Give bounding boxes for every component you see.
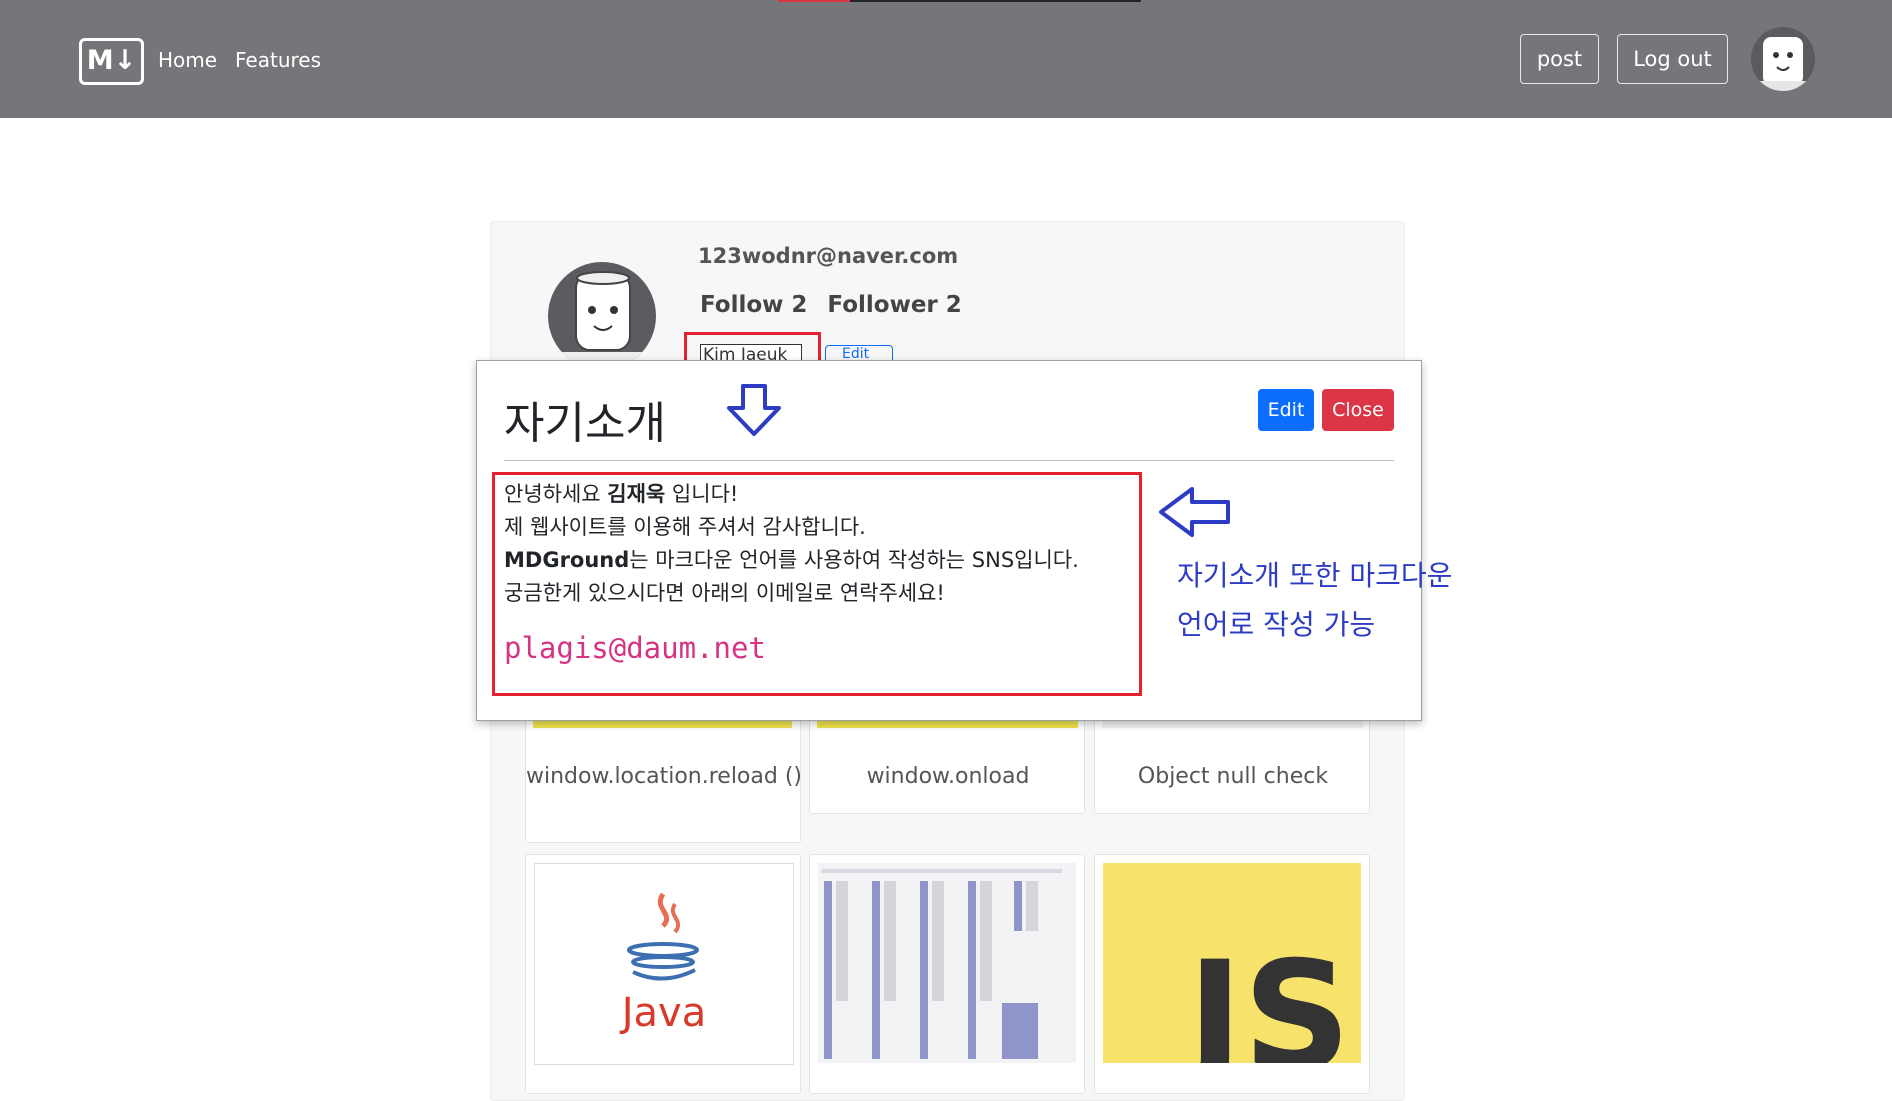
post-card[interactable]: Java (525, 854, 801, 1094)
profile-avatar (548, 262, 656, 370)
post-card[interactable] (809, 854, 1085, 1094)
java-logo-icon: Java (619, 892, 707, 1036)
navbar: M↓ Home Features post Log out (0, 0, 1892, 118)
highlight-box-intro (492, 472, 1142, 696)
nav-home-link[interactable]: Home (158, 48, 217, 72)
profile-face-icon (548, 271, 656, 370)
post-button[interactable]: post (1520, 34, 1599, 84)
logout-button[interactable]: Log out (1617, 34, 1728, 84)
annotation-line-1: 자기소개 또한 마크다운 (1177, 559, 1453, 592)
annotation-note: 자기소개 또한 마크다운 언어로 작성 가능 (1177, 551, 1452, 649)
avatar-face-icon (1751, 37, 1815, 91)
user-avatar[interactable] (1751, 27, 1815, 91)
java-logo-thumb: Java (534, 863, 794, 1065)
follow-stats: Follow 2 Follower 2 (700, 292, 982, 318)
down-arrow-icon (727, 384, 781, 436)
js-logo-icon: JS (1178, 930, 1351, 1063)
page-loading-bar (778, 0, 1141, 2)
js-logo-thumb: JS (1103, 863, 1361, 1063)
post-title: window.location.reload () (526, 764, 802, 789)
markdown-logo-icon[interactable]: M↓ (79, 38, 144, 85)
loading-progress (778, 0, 850, 2)
annotation-line-2: 언어로 작성 가능 (1177, 608, 1376, 641)
modal-edit-button[interactable]: Edit (1258, 389, 1314, 431)
follower-count[interactable]: Follower 2 (827, 292, 961, 318)
modal-close-button[interactable]: Close (1322, 389, 1394, 431)
modal-divider (504, 460, 1394, 461)
follow-count[interactable]: Follow 2 (700, 292, 807, 318)
js-thumb-label: JS (1178, 930, 1351, 1063)
post-title: window.onload (866, 764, 1030, 789)
java-thumb-label: Java (619, 990, 707, 1036)
modal-title: 자기소개 (504, 398, 666, 449)
nav-features-link[interactable]: Features (235, 48, 321, 72)
profile-email: 123wodnr@naver.com (698, 244, 959, 268)
keycode-table-image (822, 869, 1062, 1059)
left-arrow-icon (1159, 487, 1230, 537)
post-card[interactable]: JS (1094, 854, 1370, 1094)
keycode-table-thumb (818, 863, 1076, 1063)
post-title: Object null check (1137, 764, 1329, 789)
